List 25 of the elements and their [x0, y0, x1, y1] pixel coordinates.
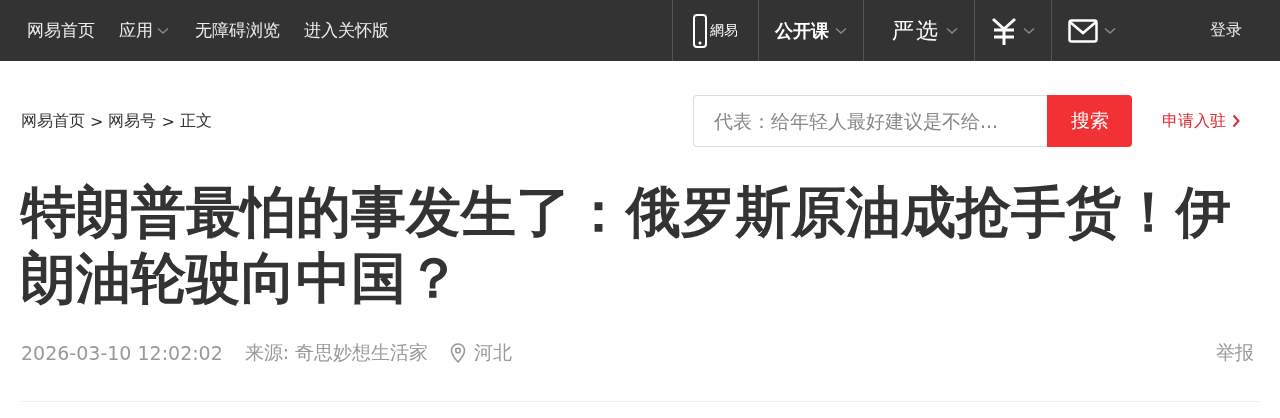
nav-link[interactable]: 应用: [119, 19, 169, 42]
open-course-link[interactable]: 公开课: [775, 18, 829, 43]
breadcrumb-link[interactable]: 网易号: [108, 110, 157, 132]
nav-link[interactable]: 无障碍浏览: [195, 19, 280, 42]
search-field[interactable]: 代表：给年轻人最好建议是不给...: [693, 95, 1047, 147]
phone-icon[interactable]: [693, 13, 707, 48]
chevron-icon: [1232, 114, 1240, 128]
nav-link[interactable]: 网易首页: [27, 19, 95, 42]
logo-link[interactable]: 严选: [892, 15, 940, 46]
app-label[interactable]: 網易: [710, 21, 738, 40]
mail-icon[interactable]: [1068, 18, 1098, 43]
search-button[interactable]: 搜索: [1047, 95, 1132, 147]
article-title: 特朗普最怕的事发生了：俄罗斯原油成抢手货！伊朗油轮驶向中国？: [21, 179, 1232, 311]
publish-time: 2026-03-10 12:02:02: [21, 342, 223, 364]
apply-link[interactable]: 申请入驻: [1162, 110, 1240, 132]
nav-link[interactable]: 进入关怀版: [304, 19, 389, 42]
location-text: 河北: [474, 340, 513, 365]
location-pin-icon: [450, 343, 467, 363]
breadcrumb-link[interactable]: 正文: [179, 110, 212, 132]
article-source: 来源: 奇思妙想生活家: [244, 340, 429, 365]
breadcrumb-separator: >: [90, 111, 104, 131]
breadcrumb-link[interactable]: 网易首页: [21, 110, 85, 132]
yen-icon[interactable]: [991, 16, 1017, 45]
login-link[interactable]: 登录: [1132, 0, 1280, 61]
breadcrumb-separator: >: [161, 111, 175, 131]
